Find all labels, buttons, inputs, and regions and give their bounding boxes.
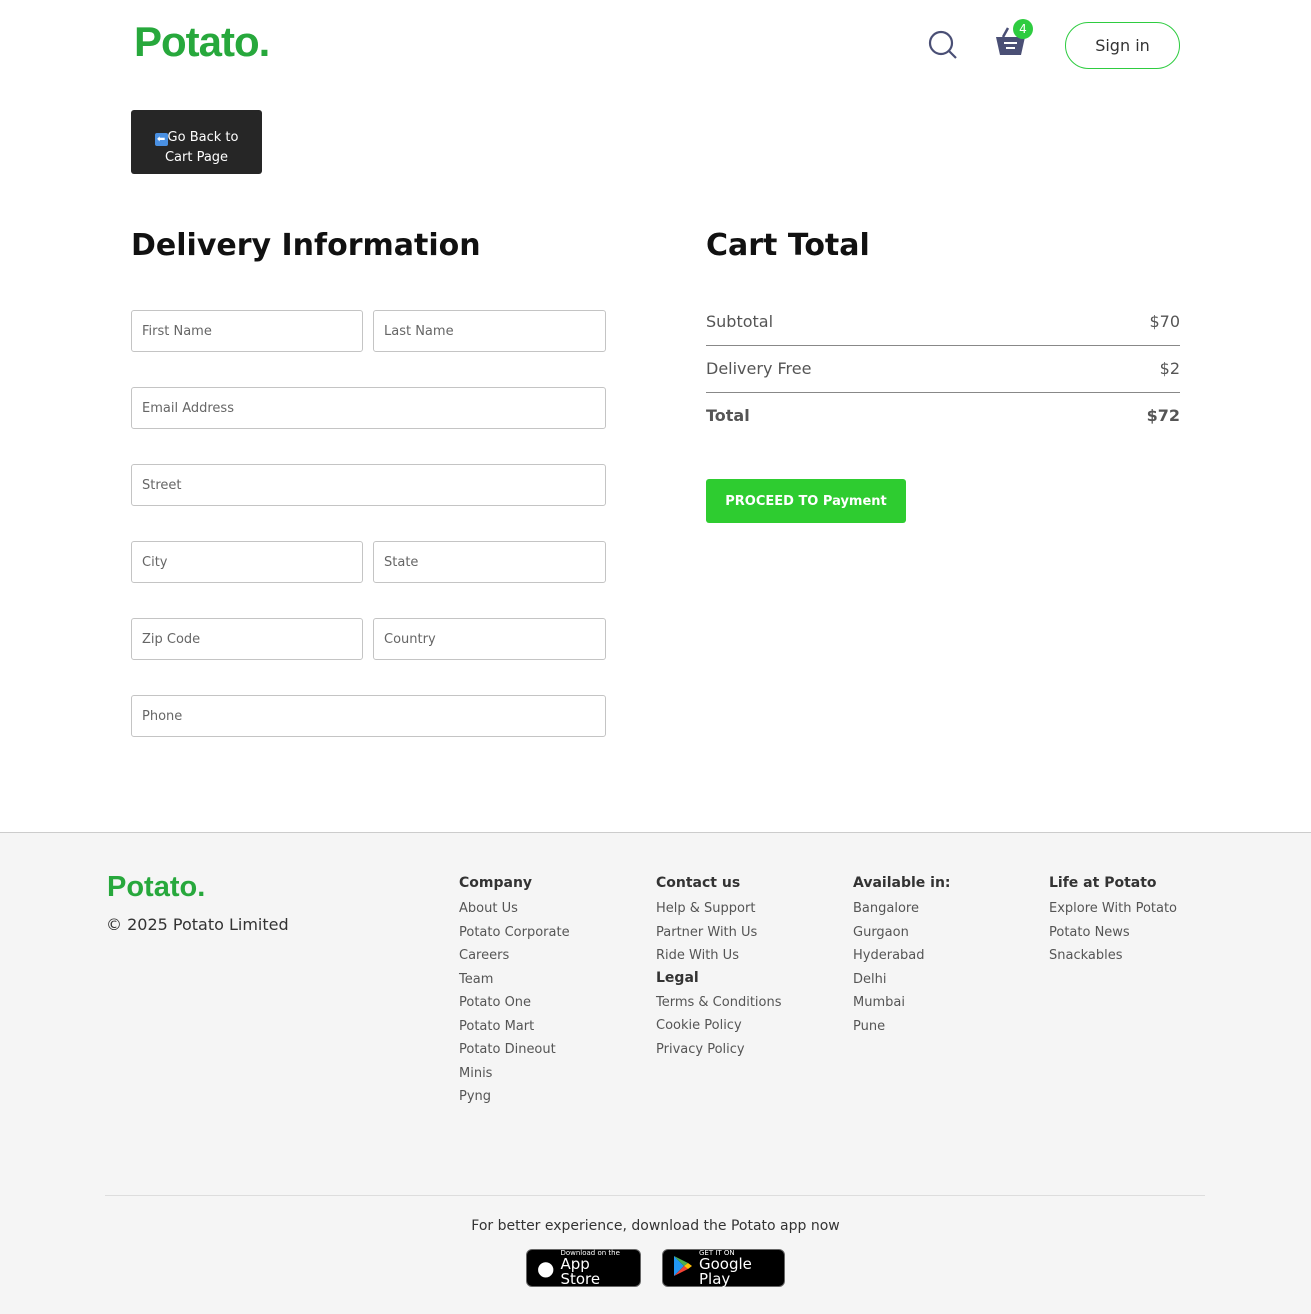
last-name-input[interactable] [373,310,606,352]
country-input[interactable] [373,618,606,660]
zip-input[interactable] [131,618,363,660]
delivery-fee-label: Delivery Free [706,359,812,378]
app-store-button[interactable]: ● Download on the App Store [526,1249,641,1287]
total-row: Total $72 [706,406,1180,425]
footer-link[interactable]: Delhi [853,972,951,996]
delivery-title: Delivery Information [131,228,481,263]
phone-input[interactable] [131,695,606,737]
legal-heading: Legal [656,969,699,986]
footer-link[interactable]: Potato One [459,995,570,1019]
email-input[interactable] [131,387,606,429]
footer-link[interactable]: Mumbai [853,995,951,1019]
footer-link[interactable]: Explore With Potato [1049,901,1177,925]
back-label-1: Go Back to [167,129,239,145]
cart-count-badge: 4 [1013,19,1033,39]
footer-divider [105,1195,1205,1196]
footer-link[interactable]: Team [459,972,570,996]
footer-link[interactable]: Pyng [459,1089,570,1113]
footer-link[interactable]: Potato Corporate [459,925,570,949]
divider [706,392,1180,393]
footer-link[interactable]: Gurgaon [853,925,951,949]
state-input[interactable] [373,541,606,583]
app-store-label: App Store [560,1255,601,1288]
total-value: $72 [1146,406,1180,425]
apple-icon: ● [537,1256,555,1280]
back-to-cart-button[interactable]: ⬅ Go Back to Cart Page [131,110,262,174]
contact-heading: Contact us [656,875,741,891]
footer-link[interactable]: Hyderabad [853,948,951,972]
logo[interactable]: Potato. [134,18,270,66]
footer-link[interactable]: Bangalore [853,901,951,925]
available-heading: Available in: [853,875,951,891]
delivery-fee-value: $2 [1159,359,1180,378]
footer-link[interactable]: Privacy Policy [656,1042,782,1066]
download-text: For better experience, download the Pota… [471,1218,840,1234]
footer-link[interactable]: Ride With Us [656,948,782,972]
google-play-label: Google Play [699,1255,752,1288]
footer-link[interactable]: Pune [853,1019,951,1043]
company-column: Company About Us Potato Corporate Careers T… [459,875,570,1113]
footer-link[interactable]: Help & Support [656,901,782,925]
life-column: Life at Potato Explore With Potato Potato… [1049,875,1177,972]
city-input[interactable] [131,541,363,583]
footer-logo[interactable]: Potato. [107,871,205,904]
footer-link[interactable]: Potato Dineout [459,1042,570,1066]
left-arrow-icon: ⬅ [154,132,168,146]
footer-link[interactable]: Cookie Policy [656,1018,782,1042]
footer-link[interactable]: Potato Mart [459,1019,570,1043]
google-play-icon [673,1255,693,1281]
divider [706,345,1180,346]
subtotal-label: Subtotal [706,312,774,331]
google-play-button[interactable]: GET IT ON Google Play [662,1249,785,1287]
footer-link[interactable]: Snackables [1049,948,1177,972]
contact-column: Contact us Help & Support Partner With Us… [656,875,782,1065]
proceed-to-payment-button[interactable]: PROCEED TO Payment [706,479,906,523]
footer-link[interactable]: Partner With Us [656,925,782,949]
total-label: Total [706,406,750,425]
subtotal-row: Subtotal $70 [706,312,1180,331]
company-heading: Company [459,875,533,891]
footer-link[interactable]: Terms & Conditions [656,995,782,1019]
subtotal-value: $70 [1149,312,1180,331]
copyright: © 2025 Potato Limited [106,915,289,934]
street-input[interactable] [131,464,606,506]
search-icon[interactable] [928,30,958,64]
available-column: Available in: Bangalore Gurgaon Hyderabad D… [853,875,951,1042]
sign-in-button[interactable]: Sign in [1065,22,1180,69]
footer-link[interactable]: About Us [459,901,570,925]
back-label-2: Cart Page [164,149,229,165]
life-heading: Life at Potato [1049,875,1157,891]
cart-total-title: Cart Total [706,228,870,263]
footer-link[interactable]: Minis [459,1066,570,1090]
footer-link[interactable]: Potato News [1049,925,1177,949]
footer-link[interactable]: Careers [459,948,570,972]
footer: Potato. © 2025 Potato Limited Company Ab… [0,832,1311,1314]
first-name-input[interactable] [131,310,363,352]
delivery-fee-row: Delivery Free $2 [706,359,1180,378]
